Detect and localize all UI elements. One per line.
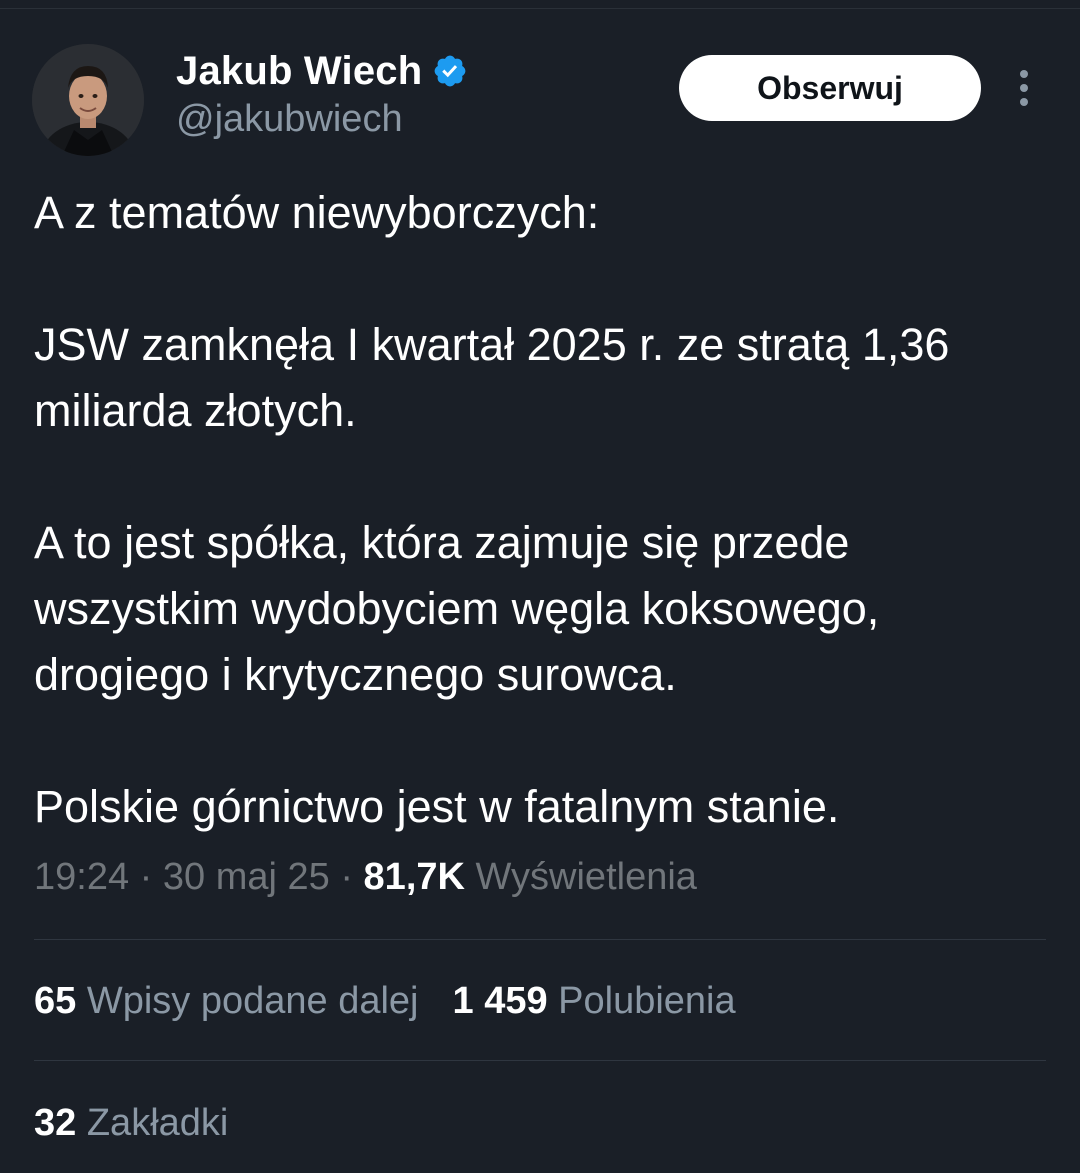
- reposts-label: Wpisy podane dalej: [86, 980, 419, 1022]
- meta-separator: ·: [139, 856, 153, 898]
- verified-badge-icon: [435, 55, 466, 87]
- author-name[interactable]: Jakub Wiech: [176, 49, 422, 94]
- bookmarks-stats: 32 Zakładki: [34, 1102, 228, 1145]
- tweet-time[interactable]: 19:24: [34, 856, 129, 898]
- reposts-count: 65: [34, 980, 77, 1022]
- likes-label: Polubienia: [558, 980, 736, 1022]
- reposts-stat[interactable]: 65 Wpisy podane dalej: [34, 980, 419, 1022]
- views-label: Wyświetlenia: [475, 856, 697, 898]
- tweet-date[interactable]: 30 maj 25: [163, 856, 330, 898]
- follow-button[interactable]: Obserwuj: [679, 55, 981, 121]
- views-count: 81,7K: [363, 856, 465, 898]
- tweet-text: A z tematów niewyborczych: JSW zamknęła …: [34, 180, 1044, 840]
- tweet-paragraph: A z tematów niewyborczych:: [34, 187, 600, 238]
- top-divider: [0, 8, 1080, 9]
- tweet-meta: 19:24 · 30 maj 25 · 81,7K Wyświetlenia: [34, 856, 697, 899]
- avatar-photo: [32, 44, 144, 156]
- tweet-paragraph: Polskie górnictwo jest w fatalnym stanie…: [34, 781, 840, 832]
- bookmarks-stat[interactable]: 32 Zakładki: [34, 1102, 228, 1144]
- tweet-paragraph: A to jest spółka, która zajmuje się prze…: [34, 517, 880, 700]
- bookmarks-count: 32: [34, 1102, 77, 1144]
- more-vertical-icon[interactable]: [1010, 68, 1038, 108]
- likes-count: 1 459: [452, 980, 548, 1022]
- avatar[interactable]: [32, 44, 144, 156]
- tweet-paragraph: JSW zamknęła I kwartał 2025 r. ze stratą…: [34, 319, 950, 436]
- likes-stat[interactable]: 1 459 Polubienia: [453, 980, 736, 1022]
- engagement-stats: 65 Wpisy podane dalej 1 459 Polubienia: [34, 980, 736, 1023]
- divider: [34, 939, 1046, 940]
- bookmarks-label: Zakładki: [86, 1102, 229, 1144]
- author-handle[interactable]: @jakubwiech: [176, 98, 403, 141]
- meta-separator: ·: [340, 856, 353, 898]
- divider: [34, 1060, 1046, 1061]
- author-name-row[interactable]: Jakub Wiech: [176, 46, 468, 96]
